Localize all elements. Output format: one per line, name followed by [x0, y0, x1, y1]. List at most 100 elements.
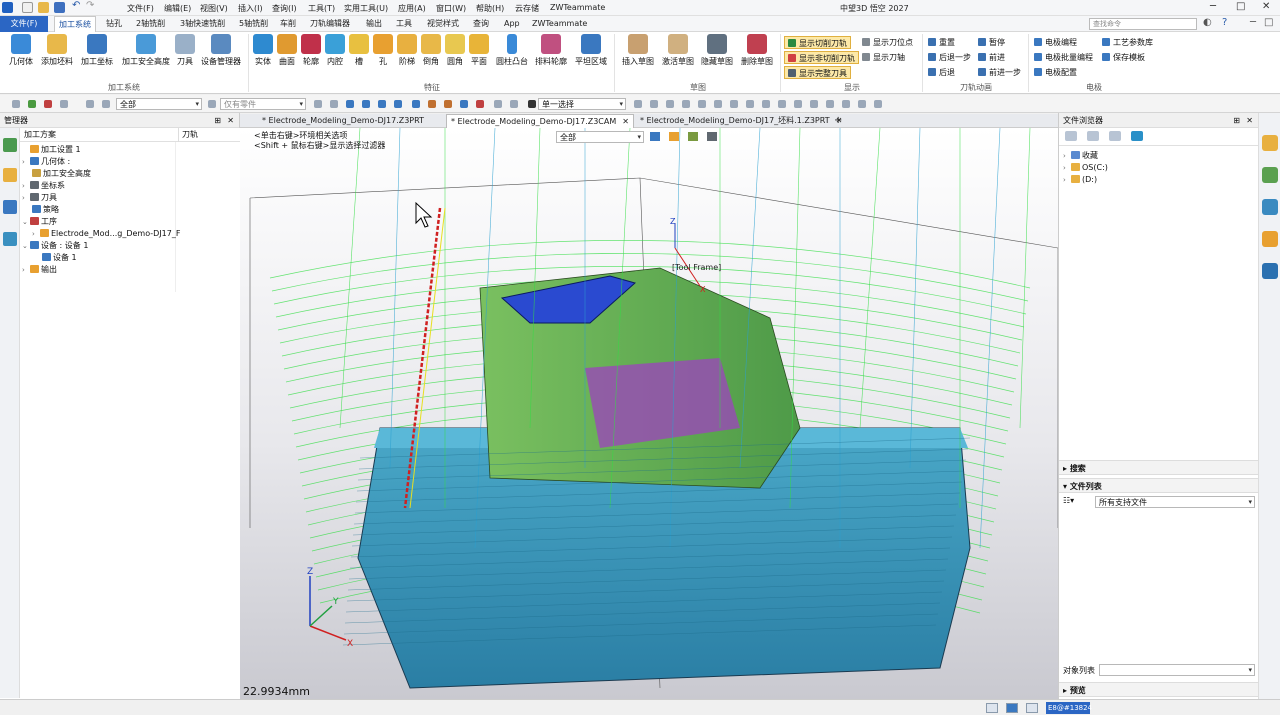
- snap-face-icon[interactable]: [826, 100, 834, 108]
- doc-tab-stock[interactable]: * Electrode_Modeling_Demo-DJ17_坯料.1.Z3PR…: [636, 114, 846, 128]
- tree-item-output[interactable]: › 输出: [22, 264, 57, 276]
- tab-toolpath-editor[interactable]: 刀轨编辑器: [306, 16, 354, 32]
- align-left-icon[interactable]: [346, 100, 354, 108]
- safe-height-button[interactable]: 加工安全高度: [120, 34, 172, 67]
- feature-boss-button[interactable]: 圆柱凸台: [494, 34, 530, 67]
- feature-hole-button[interactable]: 孔: [372, 34, 394, 67]
- show-noncutting-path-button[interactable]: 显示非切削刀轨: [784, 51, 859, 64]
- tree-item-tool[interactable]: › 刀具: [22, 192, 57, 204]
- new-tab-icon[interactable]: +: [830, 114, 846, 128]
- minimize-icon[interactable]: ─: [1210, 1, 1216, 12]
- tab-3axis[interactable]: 3轴快速铣削: [176, 16, 229, 32]
- list-icon[interactable]: [60, 100, 68, 108]
- snap-curve-icon[interactable]: [810, 100, 818, 108]
- hide-sketch-button[interactable]: 隐藏草图: [699, 34, 735, 67]
- anim-forward-button[interactable]: 前进: [978, 51, 1005, 64]
- feature-profile-button[interactable]: 轮廓: [300, 34, 322, 67]
- geometry-button[interactable]: 几何体: [4, 34, 38, 67]
- assembly-manager-icon[interactable]: [3, 232, 17, 246]
- view-manager-icon[interactable]: [3, 200, 17, 214]
- electrode-program-button[interactable]: 电极编程: [1034, 36, 1077, 49]
- snap-line-icon[interactable]: [682, 100, 690, 108]
- time-icon[interactable]: [510, 100, 518, 108]
- 3d-viewport[interactable]: Z X Y Z X [Tool Frame] <单击右键>环境相关选项 <Shi…: [240, 128, 1058, 699]
- refresh-icon[interactable]: [1131, 131, 1143, 141]
- scene-canvas[interactable]: Z X Y Z X [Tool Frame]: [240, 128, 1058, 699]
- show-tool-axis-button[interactable]: 显示刀轴: [862, 51, 905, 64]
- tab-2axis[interactable]: 2轴铣削: [132, 16, 169, 32]
- feature-chamfer-button[interactable]: 倒角: [420, 34, 442, 67]
- object-list-combo[interactable]: ▾: [1099, 664, 1255, 676]
- properties-tab-icon[interactable]: [1262, 263, 1278, 279]
- menu-apps[interactable]: 应用(A): [398, 3, 426, 14]
- tree-item-cs[interactable]: › 坐标系: [22, 180, 65, 192]
- add-icon[interactable]: [28, 100, 36, 108]
- close-panel-icon[interactable]: ✕: [227, 113, 234, 128]
- snap-quadrant-icon[interactable]: [762, 100, 770, 108]
- menu-utility[interactable]: 实用工具(U): [344, 3, 388, 14]
- tab-output[interactable]: 输出: [362, 16, 386, 32]
- part-library-icon[interactable]: [1262, 199, 1278, 215]
- snap-perp-icon[interactable]: [698, 100, 706, 108]
- insert-sketch-button[interactable]: 插入草图: [620, 34, 656, 67]
- open-folder-icon[interactable]: [38, 2, 49, 13]
- browser-item-d-drive[interactable]: › (D:): [1063, 174, 1097, 186]
- snap-point-icon[interactable]: [634, 100, 642, 108]
- tab-drilling[interactable]: 钻孔: [102, 16, 126, 32]
- col-plan-header[interactable]: 加工方案: [24, 128, 56, 142]
- menu-query[interactable]: 查询(I): [272, 3, 297, 14]
- layer-icon[interactable]: [444, 100, 452, 108]
- menu-file[interactable]: 文件(F): [127, 3, 154, 14]
- expand-ribbon-icon[interactable]: □: [1264, 17, 1273, 28]
- snap-near-icon[interactable]: [858, 100, 866, 108]
- undo-icon[interactable]: ↶: [72, 0, 82, 11]
- feature-fillet-button[interactable]: 圆角: [444, 34, 466, 67]
- feature-slot-button[interactable]: 槽: [348, 34, 370, 67]
- show-full-tool-button[interactable]: 显示完整刀具: [784, 66, 851, 79]
- file-browser-tab-icon[interactable]: [1262, 135, 1278, 151]
- menu-help[interactable]: 帮助(H): [476, 3, 504, 14]
- tool-library-icon[interactable]: [1262, 231, 1278, 247]
- menu-view[interactable]: 视图(V): [200, 3, 228, 14]
- browser-item-favorites[interactable]: › 收藏: [1063, 150, 1098, 162]
- align-right-icon[interactable]: [378, 100, 386, 108]
- status-doc-icon[interactable]: [1026, 703, 1038, 713]
- machining-manager-icon[interactable]: [3, 138, 17, 152]
- align-top-icon[interactable]: [394, 100, 402, 108]
- menu-insert[interactable]: 插入(I): [238, 3, 263, 14]
- col-toolpath-header[interactable]: 刀轨: [178, 128, 198, 142]
- file-type-combo[interactable]: 所有支持文件 ▾: [1095, 496, 1255, 508]
- tab-turning[interactable]: 车削: [276, 16, 300, 32]
- tree-item-geometry[interactable]: › 几何体 :: [22, 156, 70, 168]
- machining-cs-button[interactable]: 加工坐标: [80, 34, 114, 67]
- feature-discharge-button[interactable]: 排料轮廓: [533, 34, 569, 67]
- process-library-button[interactable]: 工艺参数库: [1102, 36, 1153, 49]
- theme-icon[interactable]: ◐: [1203, 17, 1212, 28]
- anim-back-button[interactable]: 后退: [928, 66, 955, 79]
- feature-flat-area-button[interactable]: 平坦区域: [573, 34, 609, 67]
- part-only-combo[interactable]: 仅有零件 ▾: [220, 98, 306, 110]
- help-icon[interactable]: ?: [1222, 17, 1227, 28]
- snap-intersection-icon[interactable]: [778, 100, 786, 108]
- snap-grid-icon[interactable]: [794, 100, 802, 108]
- close-icon[interactable]: ✕: [1262, 1, 1270, 12]
- box-icon[interactable]: [428, 100, 436, 108]
- snap-icon[interactable]: [412, 100, 420, 108]
- anim-step-forward-button[interactable]: 前进一步: [978, 66, 1021, 79]
- save-icon[interactable]: [54, 2, 65, 13]
- tree-item-operations[interactable]: ⌄ 工序: [22, 216, 57, 228]
- filter-icon[interactable]: [12, 100, 20, 108]
- sphere-icon[interactable]: [86, 100, 94, 108]
- history-manager-icon[interactable]: [3, 168, 17, 182]
- viewport-filter-combo[interactable]: 全部 ▾: [556, 131, 644, 143]
- tree-item-machining-setup[interactable]: 加工设置 1: [22, 144, 81, 156]
- align-center-icon[interactable]: [362, 100, 370, 108]
- file-list-section[interactable]: ▾ 文件列表: [1059, 478, 1259, 493]
- tab-app[interactable]: App: [500, 16, 524, 32]
- search-section[interactable]: ▸ 搜索: [1059, 460, 1259, 475]
- equipment-manager-button[interactable]: 设备管理器: [200, 34, 242, 67]
- feature-surface-button[interactable]: 曲面: [276, 34, 298, 67]
- browser-item-c-drive[interactable]: › OS(C:): [1063, 162, 1108, 174]
- status-id-field[interactable]: E8@#13824: [1046, 702, 1092, 714]
- electrode-batch-button[interactable]: 电极批量编程: [1034, 51, 1093, 64]
